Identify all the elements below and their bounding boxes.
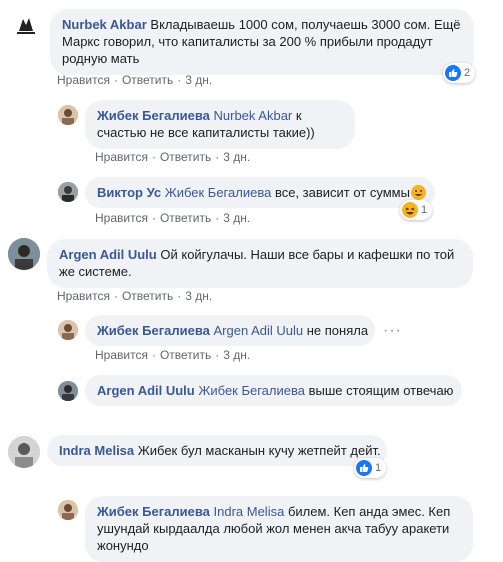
comment-author[interactable]: Indra Melisa <box>59 443 134 458</box>
avatar-photo-icon <box>8 436 40 468</box>
avatar[interactable] <box>58 182 78 202</box>
comment-bubble: Жибек Бегалиева Indra Melisa билем. Кеп … <box>85 496 473 562</box>
avatar-photo-icon <box>58 320 78 340</box>
reply-button[interactable]: Ответить <box>122 289 173 303</box>
haha-icon <box>402 202 418 218</box>
comment-author[interactable]: Жибек Бегалиева <box>97 504 210 519</box>
reaction-count-value: 1 <box>375 462 382 474</box>
comment-actions: Нравится · Ответить · 3 дн. <box>95 348 251 362</box>
comment-author[interactable]: Nurbek Akbar <box>62 17 147 32</box>
avatar-photo-icon <box>58 381 78 401</box>
comment-text: не поняла <box>306 323 369 338</box>
reply-button[interactable]: Ответить <box>160 150 211 164</box>
mention-link[interactable]: Nurbek Akbar <box>214 108 293 123</box>
reaction-count[interactable]: 1 <box>400 200 433 220</box>
comment-author[interactable]: Виктор Ус <box>97 185 161 200</box>
like-button[interactable]: Нравится <box>57 73 110 87</box>
avatar[interactable] <box>58 320 78 340</box>
comment-actions: Нравится · Ответить · 3 дн. <box>95 211 251 225</box>
avatar[interactable] <box>58 500 78 520</box>
comment-text: выше стоящим отвечаю <box>308 383 454 398</box>
reply-button[interactable]: Ответить <box>160 348 211 362</box>
reaction-count-value: 2 <box>464 67 471 79</box>
like-button[interactable]: Нравится <box>57 289 110 303</box>
avatar-photo-icon <box>58 500 78 520</box>
timestamp[interactable]: 3 дн. <box>185 73 212 87</box>
reply-button[interactable]: Ответить <box>160 211 211 225</box>
comment-author[interactable]: Жибек Бегалиева <box>97 323 210 338</box>
mention-link[interactable]: Argen Adil Uulu <box>214 323 304 338</box>
reaction-count[interactable]: 1 <box>354 458 387 478</box>
comment-bubble: Жибек Бегалиева Argen Adil Uulu не понял… <box>85 315 375 346</box>
comment-text: Жибек бул масканын кучу жетпейт дейт. <box>137 443 381 458</box>
comment-author[interactable]: Жибек Бегалиева <box>97 108 210 123</box>
comment-bubble: Жибек Бегалиева Nurbek Akbar к счастью н… <box>85 100 355 149</box>
mention-link[interactable]: Жибек Бегалиева <box>165 185 272 200</box>
comment-text: все, зависит от суммы <box>274 185 410 200</box>
avatar-logo-icon <box>11 10 41 40</box>
comment-author[interactable]: Argen Adil Uulu <box>97 383 195 398</box>
comment-bubble: Argen Adil Uulu Жибек Бегалиева выше сто… <box>85 375 462 406</box>
comment-actions: Нравится · Ответить · 3 дн. <box>95 150 251 164</box>
like-button[interactable]: Нравится <box>95 211 148 225</box>
avatar[interactable] <box>10 9 42 41</box>
comment-bubble: Indra Melisa Жибек бул масканын кучу жет… <box>47 435 387 466</box>
comment-bubble: Argen Adil Uulu Ой койгулачы. Наши все б… <box>47 239 473 288</box>
comment-actions: Нравится · Ответить · 3 дн. <box>57 73 213 87</box>
avatar-photo-icon <box>8 238 40 270</box>
mention-link[interactable]: Indra Melisa <box>214 504 285 519</box>
timestamp[interactable]: 3 дн. <box>223 348 250 362</box>
like-button[interactable]: Нравится <box>95 150 148 164</box>
timestamp[interactable]: 3 дн. <box>223 211 250 225</box>
comment-author[interactable]: Argen Adil Uulu <box>59 247 157 262</box>
comment-bubble: Виктор Ус Жибек Бегалиева все, зависит о… <box>85 177 435 208</box>
timestamp[interactable]: 3 дн. <box>223 150 250 164</box>
reaction-count[interactable]: 2 <box>443 63 476 83</box>
like-icon <box>445 65 461 81</box>
like-icon <box>356 460 372 476</box>
avatar-photo-icon <box>58 105 78 125</box>
avatar[interactable] <box>58 381 78 401</box>
avatar[interactable] <box>8 238 40 270</box>
avatar[interactable] <box>58 105 78 125</box>
mention-link[interactable]: Жибек Бегалиева <box>198 383 305 398</box>
reaction-count-value: 1 <box>421 204 428 216</box>
timestamp[interactable]: 3 дн. <box>185 289 212 303</box>
reply-button[interactable]: Ответить <box>122 73 173 87</box>
comment-bubble: Nurbek Akbar Вкладываешь 1000 сом, получ… <box>50 9 474 75</box>
comment-actions: Нравится · Ответить · 3 дн. <box>57 289 213 303</box>
avatar[interactable] <box>8 436 40 468</box>
like-button[interactable]: Нравится <box>95 348 148 362</box>
grinning-sweat-emoji-icon <box>410 185 426 200</box>
avatar-photo-icon <box>58 182 78 202</box>
more-options-icon[interactable]: ··· <box>383 323 402 339</box>
